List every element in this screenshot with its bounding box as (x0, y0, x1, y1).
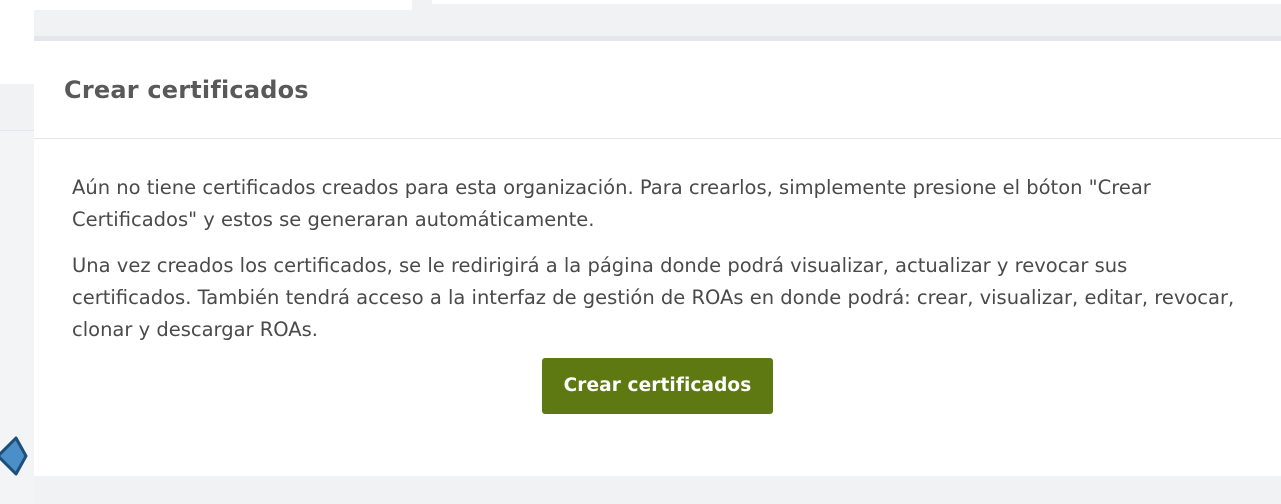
background-panel-left (0, 10, 34, 84)
card-body: Aún no tiene certificados creados para e… (34, 139, 1281, 414)
card-title: Crear certificados (64, 75, 309, 104)
info-paragraph: Una vez creados los certificados, se le … (72, 254, 1235, 341)
background-panel-top-left (0, 0, 412, 10)
card-actions: Crear certificados (72, 358, 1243, 414)
create-certificates-card: Crear certificados Aún no tiene certific… (34, 36, 1281, 476)
intro-paragraph: Aún no tiene certificados creados para e… (72, 176, 1151, 231)
card-header: Crear certificados (34, 41, 1281, 139)
arrow-right-icon (0, 436, 28, 476)
create-certificates-button[interactable]: Crear certificados (541, 358, 774, 414)
background-panel-top-right (432, 0, 1281, 4)
